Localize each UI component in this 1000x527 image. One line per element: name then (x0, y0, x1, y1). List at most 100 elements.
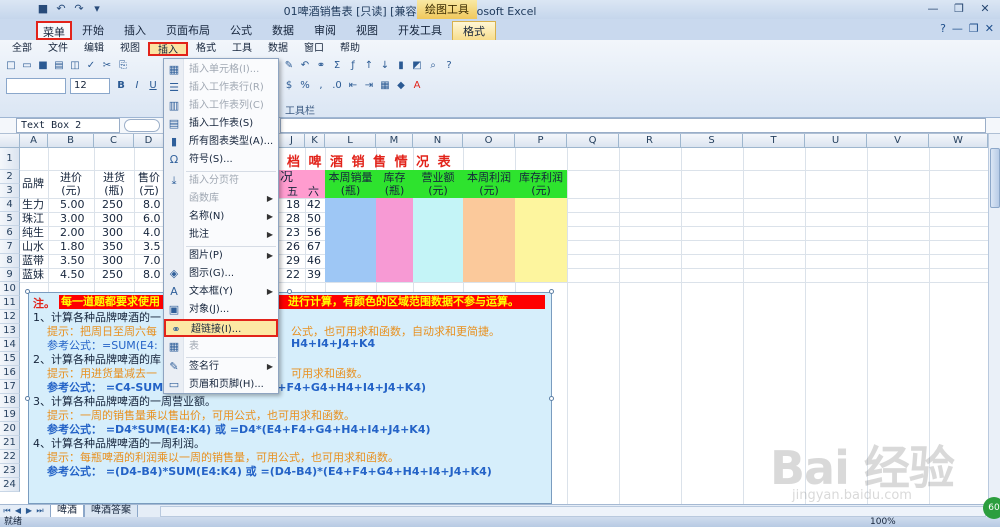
cell-cost[interactable]: 1.80 (60, 240, 85, 254)
tab-format[interactable]: 格式 (452, 21, 496, 40)
cell-brand[interactable]: 蓝带 (22, 254, 44, 268)
cell-fri[interactable]: 23 (286, 226, 300, 240)
cell-sat[interactable]: 50 (307, 212, 321, 226)
tab-view[interactable]: 视图 (346, 21, 388, 40)
cell-fri[interactable]: 29 (286, 254, 300, 268)
menu-item-picture[interactable]: 图片(P) ▶ (164, 247, 278, 265)
column-header[interactable]: P (515, 134, 567, 148)
function-icon[interactable]: ƒ (346, 59, 360, 73)
print-icon[interactable]: ▤ (52, 59, 66, 73)
resize-handle[interactable] (549, 396, 554, 401)
cell-qty[interactable]: 300 (102, 226, 123, 240)
cell-cost[interactable]: 5.00 (60, 198, 85, 212)
tab-data[interactable]: 数据 (262, 21, 304, 40)
tab-developer[interactable]: 开发工具 (388, 21, 452, 40)
formula-input[interactable] (280, 118, 986, 133)
borders-icon[interactable]: ▦ (378, 79, 392, 93)
zoom-icon[interactable]: ⌕ (426, 59, 440, 73)
column-header[interactable]: K (305, 134, 325, 148)
row-header[interactable]: 20 (0, 422, 20, 436)
menu-item-object[interactable]: ▣ 对象(J)... (164, 301, 278, 319)
restore-icon[interactable]: ❐ (969, 22, 979, 35)
row-header[interactable]: 19 (0, 408, 20, 422)
row-header[interactable]: 11 (0, 296, 20, 310)
cell-brand[interactable]: 山水 (22, 240, 44, 254)
column-header[interactable]: N (413, 134, 463, 148)
tab-review[interactable]: 审阅 (304, 21, 346, 40)
format-painter-icon[interactable]: ✎ (282, 59, 296, 73)
menu-tools[interactable]: 工具 (224, 42, 260, 56)
cell-qty[interactable]: 250 (102, 198, 123, 212)
font-name-select[interactable] (6, 78, 66, 94)
resize-handle[interactable] (25, 289, 30, 294)
help-icon[interactable]: ? (442, 59, 456, 73)
row-header[interactable]: 15 (0, 352, 20, 366)
bold-icon[interactable]: B (114, 79, 128, 93)
menu-help[interactable]: 帮助 (332, 42, 368, 56)
close-button[interactable]: ✕ (972, 1, 998, 17)
column-header[interactable]: J (279, 134, 305, 148)
sort-desc-icon[interactable]: ↓ (378, 59, 392, 73)
cell-cost[interactable]: 4.50 (60, 268, 85, 282)
increase-indent-icon[interactable]: ⇥ (362, 79, 376, 93)
link-icon[interactable]: ⚭ (314, 59, 328, 73)
row-header[interactable]: 9 (0, 268, 20, 282)
font-color-icon[interactable]: A (410, 79, 424, 93)
cell-fri[interactable]: 18 (286, 198, 300, 212)
column-header[interactable]: A (20, 134, 48, 148)
menu-item-signature-line[interactable]: ✎ 签名行 ▶ (164, 358, 278, 376)
chart-icon[interactable]: ▮ (394, 59, 408, 73)
cell-brand[interactable]: 珠江 (22, 212, 44, 226)
cell-cost[interactable]: 3.50 (60, 254, 85, 268)
tab-insert[interactable]: 插入 (114, 21, 156, 40)
first-sheet-icon[interactable]: ⏮ (2, 506, 12, 516)
row-header[interactable]: 13 (0, 324, 20, 338)
column-header[interactable]: S (681, 134, 743, 148)
cell-brand[interactable]: 蓝妹 (22, 268, 44, 282)
row-header[interactable]: 22 (0, 450, 20, 464)
row-header[interactable]: 17 (0, 380, 20, 394)
menu-all[interactable]: 全部 (4, 42, 40, 56)
copy-icon[interactable]: ⎘ (116, 59, 130, 73)
menu-data[interactable]: 数据 (260, 42, 296, 56)
italic-icon[interactable]: I (130, 79, 144, 93)
column-header[interactable]: R (619, 134, 681, 148)
cell-fri[interactable]: 26 (286, 240, 300, 254)
row-header[interactable]: 2 (0, 170, 20, 184)
tab-formulas[interactable]: 公式 (220, 21, 262, 40)
column-header[interactable]: B (48, 134, 94, 148)
cell-price[interactable]: 8.0 (143, 268, 161, 282)
new-icon[interactable]: □ (4, 59, 18, 73)
column-header[interactable]: M (376, 134, 413, 148)
vertical-scrollbar[interactable] (988, 134, 1000, 504)
column-header[interactable]: W (929, 134, 988, 148)
row-header[interactable]: 3 (0, 184, 20, 198)
cell-brand[interactable]: 纯生 (22, 226, 44, 240)
column-header[interactable]: T (743, 134, 805, 148)
select-all-corner[interactable] (0, 134, 20, 148)
column-header[interactable]: V (867, 134, 929, 148)
cell-price[interactable]: 4.0 (143, 226, 161, 240)
row-header[interactable]: 8 (0, 254, 20, 268)
vertical-scroll-thumb[interactable] (990, 148, 1000, 208)
cell-cost[interactable]: 3.00 (60, 212, 85, 226)
menu-item-hyperlink[interactable]: ⚭ 超链接(I)... (164, 319, 278, 337)
menu-item-diagram[interactable]: ◈ 图示(G)... (164, 265, 278, 283)
resize-handle[interactable] (287, 289, 292, 294)
row-header[interactable]: 24 (0, 478, 20, 492)
menu-edit[interactable]: 编辑 (76, 42, 112, 56)
font-size-select[interactable]: 12 (70, 78, 110, 94)
row-header[interactable]: 12 (0, 310, 20, 324)
maximize-button[interactable]: ❐ (946, 1, 972, 17)
prev-sheet-icon[interactable]: ◀ (13, 506, 23, 516)
row-header[interactable]: 4 (0, 198, 20, 212)
column-header[interactable]: O (463, 134, 515, 148)
undo-icon[interactable]: ↶ (298, 59, 312, 73)
open-icon[interactable]: ▭ (20, 59, 34, 73)
cell-qty[interactable]: 250 (102, 268, 123, 282)
next-sheet-icon[interactable]: ▶ (24, 506, 34, 516)
menu-item-symbol[interactable]: Ω 符号(S)... (164, 151, 278, 169)
column-header[interactable]: C (94, 134, 134, 148)
cell-sat[interactable]: 46 (307, 254, 321, 268)
cut-icon[interactable]: ✂ (100, 59, 114, 73)
